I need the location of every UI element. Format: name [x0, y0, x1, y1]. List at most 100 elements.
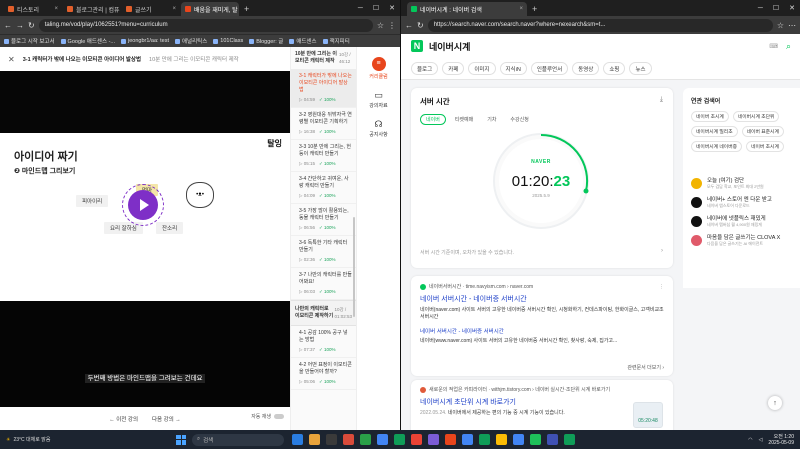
taskbar-app-icon[interactable]	[377, 434, 388, 445]
taskbar-app-icon[interactable]	[360, 434, 371, 445]
bookmark-item[interactable]: 101Class	[213, 38, 243, 44]
search-tab[interactable]: 인플루언서	[530, 62, 569, 75]
materials-button[interactable]: ▭ 강의자료	[357, 90, 400, 109]
feed-item[interactable]: 마음을 담은 글쓰기는 CLOVA X 다음을 담은 글쓰기는 AI 에이전트	[691, 235, 793, 246]
bookmark-item[interactable]: 잭지피티	[322, 37, 350, 45]
search-tab[interactable]: 지식iN	[499, 62, 527, 75]
result-sublink[interactable]: 네이버 서버시간 - 네이버증 서버시간	[420, 327, 664, 335]
star-icon[interactable]: ☆	[777, 21, 784, 30]
address-bar[interactable]: taling.me/vod/play/1062551?menu=curricul…	[38, 18, 373, 32]
taskbar-app-icon[interactable]	[428, 434, 439, 445]
system-clock[interactable]: 오전 1:20 2025-05-09	[768, 434, 794, 446]
taskbar-app-icon[interactable]	[411, 434, 422, 445]
lesson-item[interactable]: 3-1 캐릭터가 밖에 나오는 이모티콘 아이디어 발상법 ▷ 04:59 ✓ 10…	[291, 69, 356, 108]
back-icon[interactable]: ←	[405, 21, 413, 30]
minimize-icon[interactable]: ─	[753, 5, 768, 12]
toggle-switch[interactable]	[274, 414, 284, 419]
result-thumbnail[interactable]: 05:20:48	[633, 402, 663, 428]
taskbar-app-icon[interactable]	[479, 434, 490, 445]
lesson-item[interactable]: 3-3 10분 만에 그리는, 헌등이 캐릭터 만들기 ▷ 05:15 ✓ 100%	[291, 140, 356, 172]
tab-blog-admin[interactable]: 블로그관리 | 컴퓨×	[63, 2, 121, 16]
wifi-icon[interactable]: ◠	[748, 437, 752, 443]
menu-icon[interactable]: ⋯	[788, 21, 796, 30]
next-lesson-button[interactable]: 다음 강의 →	[152, 415, 181, 423]
naver-logo-icon[interactable]: N	[411, 40, 423, 52]
lesson-item[interactable]: 4-2 어떤 표정이 이모티콘을 만들어야 할까? ▷ 05:06 ✓ 100%	[291, 358, 356, 390]
feed-item[interactable]: 네이버에 넷플릭스 재밌게 네이버 멤버십 월 4,900원 재밌게	[691, 216, 793, 227]
close-icon[interactable]: ×	[52, 6, 58, 12]
scroll-to-top-button[interactable]: ↑	[768, 396, 782, 410]
tab-taling[interactable]: 배움을 재미게, 탈×	[181, 2, 239, 16]
taskbar-app-icon[interactable]	[394, 434, 405, 445]
prev-lesson-button[interactable]: ← 이전 강의	[109, 415, 138, 423]
result-title-link[interactable]: 네이버 서버시간 - 네이버증 서버시간	[420, 294, 664, 304]
time-tab[interactable]: 티켓예매	[450, 114, 478, 125]
search-input[interactable]: 네이버시계	[429, 40, 470, 53]
tab-naver-search[interactable]: 네이버시계 : 네이버 검색 ×	[407, 2, 527, 16]
start-button[interactable]	[176, 434, 186, 445]
bookmark-item[interactable]: 블로그 시작 보고서	[4, 37, 55, 45]
related-search-chip[interactable]: 네이버시계 밀리초	[691, 126, 738, 137]
taskbar-app-icon[interactable]	[513, 434, 524, 445]
feed-item[interactable]: 오늘 (여기) 검단 모두 검담 학교, 포인트 최대 2만원	[691, 178, 793, 189]
close-icon[interactable]: ✕	[8, 55, 15, 64]
keyboard-icon[interactable]: ⌨	[769, 43, 778, 50]
reload-icon[interactable]: ↻	[417, 21, 424, 30]
address-bar[interactable]: https://search.naver.com/search.naver?wh…	[427, 18, 773, 32]
maximize-icon[interactable]: ☐	[368, 4, 384, 12]
taskbar-app-icon[interactable]	[343, 434, 354, 445]
close-window-icon[interactable]: ✕	[784, 4, 800, 12]
lesson-item[interactable]: 4-1 공감 100% 공구 넣는 방법 ▷ 07:37 ✓ 100%	[291, 326, 356, 358]
new-tab-button[interactable]: +	[240, 2, 253, 16]
maximize-icon[interactable]: ☐	[768, 4, 784, 12]
time-tab[interactable]: 네이버	[420, 114, 446, 125]
related-docs-link[interactable]: 관련문서 더보기 ›	[627, 364, 664, 371]
lesson-item[interactable]: 3-2 영원대응 뒤밖자극 연령별 이모티콘 기획하기 ▷ 16:38 ✓ 100%	[291, 108, 356, 140]
taskbar-app-icon[interactable]	[292, 434, 303, 445]
minimize-icon[interactable]: ─	[353, 5, 368, 12]
curriculum-section[interactable]: 10분 만에 그리는 이모티콘 캐릭터 제작 10강 / 46:12	[291, 47, 356, 69]
lesson-item[interactable]: 3-7 나만의 캐릭터를 만들어봐요! ▷ 06:03 ✓ 100%	[291, 268, 356, 300]
search-tab[interactable]: 이미지	[468, 62, 496, 75]
search-tab[interactable]: 뉴스	[629, 62, 652, 75]
feed-item[interactable]: 네이버+ 스토어 엔 다운 받고 네이버 앱스토어 다운로드	[691, 197, 793, 208]
chevron-right-icon[interactable]: ›	[661, 248, 663, 254]
curriculum-button[interactable]: ≡ 커리큘럼	[357, 57, 400, 80]
taskbar-app-icon[interactable]	[530, 434, 541, 445]
bookmark-item[interactable]: Blogger: 글	[249, 37, 283, 45]
new-tab-button[interactable]: +	[528, 2, 541, 16]
taskbar-app-icon[interactable]	[564, 434, 575, 445]
menu-icon[interactable]: ⋮	[388, 21, 396, 30]
download-icon[interactable]: ⤓	[660, 96, 663, 104]
related-search-chip[interactable]: 네이버 표준시계	[741, 126, 784, 137]
search-tab[interactable]: 블로그	[411, 62, 439, 75]
taskbar-app-icon[interactable]	[462, 434, 473, 445]
result-title-link[interactable]: 네이버시계 초단위 시계 바로가기	[420, 397, 664, 407]
play-icon[interactable]	[128, 190, 158, 220]
forward-icon[interactable]: →	[16, 21, 24, 30]
bookmark-item[interactable]: 애드센스	[289, 37, 317, 45]
close-icon[interactable]: ×	[120, 6, 121, 12]
back-icon[interactable]: ←	[4, 21, 12, 30]
search-tab[interactable]: 카페	[442, 62, 465, 75]
related-search-chip[interactable]: 네이버 초시계	[746, 141, 784, 152]
close-icon[interactable]: ×	[238, 6, 239, 12]
volume-icon[interactable]: ◁	[759, 437, 763, 443]
related-search-chip[interactable]: 네이버시계 네이버증	[691, 141, 743, 152]
time-tab[interactable]: 수강신청	[505, 114, 533, 125]
time-tab[interactable]: 기차	[482, 114, 501, 125]
lesson-item[interactable]: 3-6 독특한 기타 캐릭터 만들기 ▷ 02:36 ✓ 100%	[291, 236, 356, 268]
tab-tistory[interactable]: 티스토리 ×	[4, 2, 62, 16]
video-area[interactable]: 탈잉 아이디어 짜기 ❷ 마인드맵 그리보기 피아이리 멍마 요리 잘하심 잔소…	[0, 71, 290, 430]
lesson-item[interactable]: 3-5 가장 많이 활용되는, 동물 캐릭터 만들기 ▷ 06:56 ✓ 100%	[291, 204, 356, 236]
bookmark-item[interactable]: 애널리틱스	[174, 37, 207, 45]
bookmark-item[interactable]: Google 애드센스 -...	[60, 37, 115, 45]
curriculum-section[interactable]: 나만의 캐릭터로 이모티콘 제작하기 10강 / 01:02:53	[291, 300, 356, 326]
bookmark-item[interactable]: jeongbr1/aa: test	[121, 38, 169, 44]
close-window-icon[interactable]: ✕	[384, 4, 400, 12]
lesson-item[interactable]: 3-4 간단하고 귀여운, 사랑 캐릭터 만들기 ▷ 04:09 ✓ 100%	[291, 172, 356, 204]
scrollbar[interactable]	[353, 217, 355, 317]
reload-icon[interactable]: ↻	[28, 21, 35, 30]
star-icon[interactable]: ☆	[377, 21, 384, 30]
search-icon[interactable]: ⌕	[786, 41, 791, 52]
